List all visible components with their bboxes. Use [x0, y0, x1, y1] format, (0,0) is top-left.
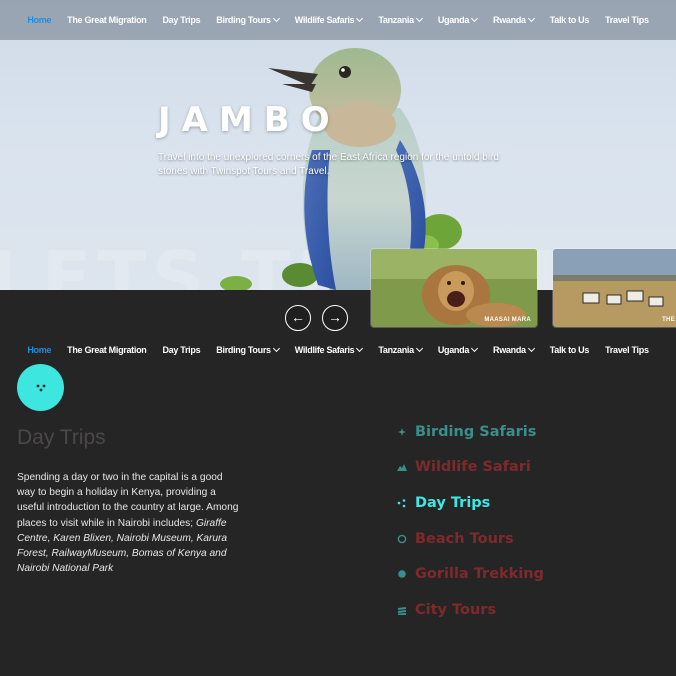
arrow-left-icon: ←	[291, 309, 305, 325]
nav-talk-to-us[interactable]: Talk to Us	[542, 345, 597, 355]
category-gorilla-trekking[interactable]: Gorilla Trekking	[396, 556, 656, 592]
hero-title: JAMBO	[158, 100, 341, 140]
chevron-down-icon	[527, 14, 535, 23]
category-label: Day Trips	[415, 494, 491, 511]
top-navigation: Home The Great Migration Day Trips Birdi…	[0, 0, 676, 40]
chevron-down-icon	[356, 14, 364, 23]
nav-rwanda[interactable]: Rwanda	[485, 344, 542, 355]
hero-subtitle: Travel into the unexplored corners of th…	[158, 152, 499, 177]
chevron-down-icon	[415, 14, 423, 23]
slide-card-second[interactable]: THE	[552, 248, 676, 328]
slider-next-button[interactable]: →	[322, 305, 348, 331]
nav-tanzania[interactable]: Tanzania	[370, 344, 429, 355]
nav-travel-tips[interactable]: Travel Tips	[597, 15, 657, 25]
nav-rwanda[interactable]: Rwanda	[485, 14, 542, 25]
nav-home[interactable]: Home	[19, 345, 59, 355]
category-wildlife-safari[interactable]: Wildlife Safari	[396, 450, 656, 486]
nav-uganda[interactable]: Uganda	[430, 14, 485, 25]
sticky-navigation: Home The Great Migration Day Trips Birdi…	[0, 334, 676, 366]
nav-travel-tips[interactable]: Travel Tips	[597, 345, 657, 355]
slider-prev-button[interactable]: ←	[285, 305, 311, 331]
category-day-trips[interactable]: Day Trips	[396, 485, 656, 521]
buildings-icon	[396, 605, 408, 615]
chevron-down-icon	[272, 14, 280, 23]
circle-filled-icon	[396, 569, 408, 579]
nav-tanzania[interactable]: Tanzania	[370, 14, 429, 25]
chevron-down-icon	[356, 344, 364, 353]
category-list: Birding Safaris Wildlife Safari Day Trip…	[396, 414, 656, 628]
circle-outline-icon	[396, 534, 408, 544]
nav-wildlife-safaris[interactable]: Wildlife Safaris	[287, 14, 371, 25]
nav-home[interactable]: Home	[19, 15, 59, 25]
day-trips-badge	[17, 364, 64, 411]
nav-great-migration[interactable]: The Great Migration	[59, 15, 154, 25]
chevron-down-icon	[470, 14, 479, 23]
nav-uganda[interactable]: Uganda	[430, 344, 485, 355]
category-label: Beach Tours	[415, 530, 514, 547]
dots-icon	[36, 384, 46, 392]
hero-section: LETS TRAVEL JAMBO Travel into the unexpl…	[0, 0, 676, 290]
slide-card-maasai-mara[interactable]: MAASAI MARA	[370, 248, 538, 328]
chevron-down-icon	[527, 344, 535, 353]
section-title: Day Trips	[17, 426, 106, 449]
section-body: Spending a day or two in the capital is …	[17, 470, 239, 576]
nav-birding-tours[interactable]: Birding Tours	[208, 14, 286, 25]
zebra-herd-image	[553, 249, 676, 327]
slide-card-label: THE	[662, 317, 675, 323]
category-beach-tours[interactable]: Beach Tours	[396, 521, 656, 557]
nav-day-trips[interactable]: Day Trips	[154, 15, 208, 25]
bird-icon	[396, 427, 408, 437]
nav-birding-tours[interactable]: Birding Tours	[208, 344, 286, 355]
slide-card-label: MAASAI MARA	[484, 317, 531, 323]
dots-icon	[396, 498, 408, 508]
chevron-down-icon	[470, 344, 479, 353]
mountain-icon	[396, 463, 408, 472]
hero-bird-image	[220, 48, 462, 290]
category-label: Birding Safaris	[415, 423, 537, 440]
category-label: Gorilla Trekking	[415, 566, 544, 583]
arrow-right-icon: →	[328, 309, 342, 325]
nav-great-migration[interactable]: The Great Migration	[59, 345, 154, 355]
nav-wildlife-safaris[interactable]: Wildlife Safaris	[287, 344, 371, 355]
nav-talk-to-us[interactable]: Talk to Us	[542, 15, 597, 25]
category-birding-safaris[interactable]: Birding Safaris	[396, 414, 656, 450]
chevron-down-icon	[415, 344, 423, 353]
category-city-tours[interactable]: City Tours	[396, 592, 656, 628]
category-label: Wildlife Safari	[415, 459, 531, 476]
chevron-down-icon	[272, 344, 280, 353]
category-label: City Tours	[415, 601, 497, 618]
page: LETS TRAVEL JAMBO Travel into the unexpl…	[0, 0, 676, 676]
nav-day-trips[interactable]: Day Trips	[154, 345, 208, 355]
